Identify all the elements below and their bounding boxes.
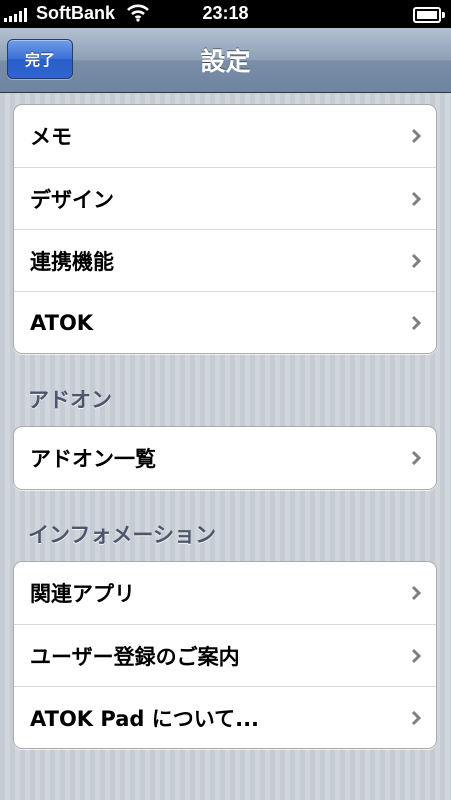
settings-row-user-registration[interactable]: ユーザー登録のご案内 [14,624,436,686]
status-time: 23:18 [202,3,249,23]
row-label: メモ [30,125,72,149]
row-label: ATOK Pad について... [30,706,260,731]
chevron-right-icon [411,253,421,269]
settings-group-main: メモ デザイン 連携機能 ATOK [13,104,437,354]
settings-row-integration[interactable]: 連携機能 [14,229,436,291]
settings-row-addon-list[interactable]: アドオン一覧 [14,427,436,489]
settings-group-addons: アドオン一覧 [13,426,437,490]
chevron-right-icon [411,315,421,331]
status-bar: SoftBank 23:18 [0,0,451,28]
settings-row-design[interactable]: デザイン [14,167,436,229]
settings-row-related-apps[interactable]: 関連アプリ [14,562,436,624]
chevron-right-icon [411,450,421,466]
page-title: 設定 [200,47,251,76]
chevron-right-icon [411,191,421,207]
chevron-right-icon [411,585,421,601]
chevron-right-icon [411,128,421,144]
settings-group-information: 関連アプリ ユーザー登録のご案内 ATOK Pad について... [13,561,437,749]
settings-row-memo[interactable]: メモ [14,105,436,167]
row-label: ユーザー登録のご案内 [30,644,240,669]
settings-row-atok[interactable]: ATOK [14,291,436,353]
row-label: アドオン一覧 [30,447,156,471]
row-label: 連携機能 [30,249,114,274]
section-header-addons: アドオン [28,388,112,412]
chevron-right-icon [411,648,421,664]
row-label: デザイン [30,187,114,212]
navigation-bar: 完了 設定 [0,28,451,93]
section-header-information: インフォメーション [28,523,216,547]
row-label: 関連アプリ [30,582,135,606]
chevron-right-icon [411,710,421,726]
row-label: ATOK [30,310,94,335]
settings-row-about[interactable]: ATOK Pad について... [14,686,436,748]
battery-icon [413,7,445,23]
